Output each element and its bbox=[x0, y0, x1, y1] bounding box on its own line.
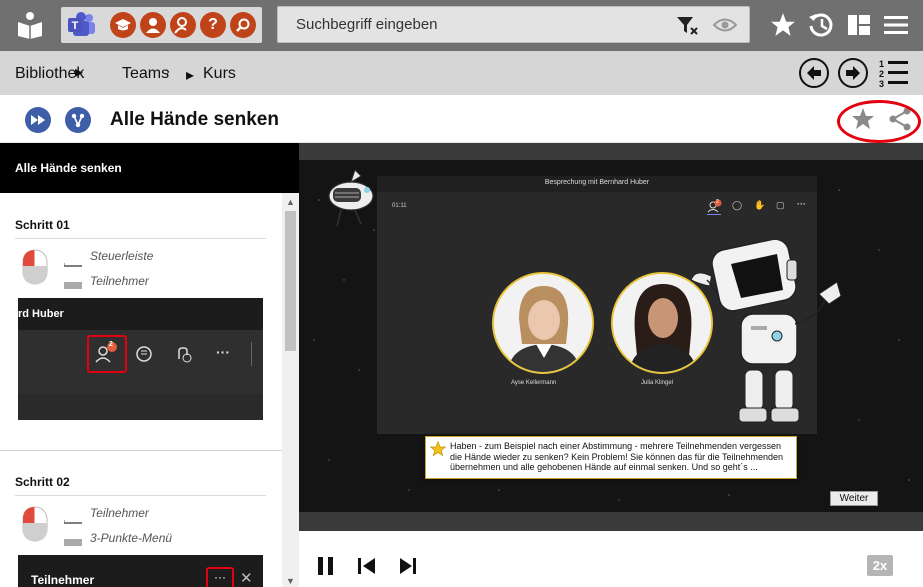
book-logo-icon[interactable] bbox=[16, 11, 44, 39]
participant-avatar bbox=[492, 272, 594, 374]
breadcrumb-item-kurs[interactable]: Kurs bbox=[203, 65, 236, 83]
hint-label: Teilnehmer bbox=[90, 274, 149, 288]
mouse-click-icon bbox=[22, 249, 48, 285]
meeting-header: Besprechung mit Bernhard Huber bbox=[377, 176, 817, 192]
hint-label: 3-Punkte-Menü bbox=[90, 531, 173, 545]
svg-text:2: 2 bbox=[879, 69, 884, 79]
breadcrumb: Bibliothek ▸ Teams › ▸ Kurs 1 2 3 bbox=[0, 51, 923, 95]
reactions-icon: ✋ bbox=[754, 200, 766, 210]
star-icon[interactable] bbox=[768, 10, 798, 40]
sidebar-header: Alle Hände senken bbox=[0, 143, 299, 193]
meeting-timer: 01:11 bbox=[392, 203, 407, 209]
app-toolbar: T ? bbox=[61, 7, 262, 43]
scrollbar-thumb[interactable] bbox=[285, 211, 296, 351]
clear-filter-icon[interactable] bbox=[676, 15, 700, 37]
fast-forward-icon[interactable] bbox=[25, 107, 51, 133]
previous-icon[interactable] bbox=[357, 556, 377, 576]
bar-icon bbox=[63, 254, 82, 267]
svg-text:3: 3 bbox=[879, 79, 884, 88]
chevron-right-icon: ▸ bbox=[75, 64, 84, 81]
step-title[interactable]: Schritt 02 bbox=[15, 475, 70, 489]
chevron-right-icon: › bbox=[166, 66, 170, 78]
menu-icon[interactable] bbox=[881, 10, 911, 40]
search-box bbox=[277, 6, 750, 43]
top-bar: T ? bbox=[0, 0, 923, 51]
divider bbox=[15, 238, 266, 239]
participant-name: Ayse Kellermann bbox=[511, 380, 557, 386]
chevron-right-icon: ▸ bbox=[186, 67, 195, 84]
dashboard-icon[interactable] bbox=[844, 10, 874, 40]
chat-icon bbox=[135, 345, 153, 368]
scroll-down-icon[interactable]: ▼ bbox=[286, 576, 295, 586]
bar-icon bbox=[64, 277, 82, 289]
forward-arrow-icon[interactable] bbox=[838, 58, 868, 88]
bar-icon bbox=[63, 511, 82, 524]
help-icon[interactable]: ? bbox=[200, 12, 226, 38]
hint-label: Teilnehmer bbox=[90, 506, 149, 520]
preview-caption: Teilnehmer bbox=[31, 573, 95, 587]
player-controls: 2x bbox=[299, 531, 923, 587]
star-icon bbox=[429, 440, 447, 457]
hint-label: Steuerleiste bbox=[90, 249, 154, 263]
eye-icon[interactable] bbox=[712, 16, 738, 34]
breadcrumb-item-teams[interactable]: Teams bbox=[122, 65, 169, 83]
meeting-title: Besprechung mit Bernhard Huber bbox=[544, 179, 650, 186]
sidebar-title: Alle Hände senken bbox=[15, 161, 122, 175]
branch-icon[interactable] bbox=[65, 107, 91, 133]
breadcrumb-item-bibliothek[interactable]: Bibliothek bbox=[15, 65, 84, 83]
flying-robot-illustration bbox=[321, 166, 381, 236]
more-options-icon: ··· bbox=[797, 199, 806, 209]
bar-icon bbox=[64, 534, 82, 546]
tutorial-viewer: Besprechung mit Bernhard Huber 01:11 2 ◯… bbox=[299, 143, 923, 531]
svg-text:T: T bbox=[72, 20, 79, 32]
divider bbox=[0, 450, 282, 451]
mouse-click-icon bbox=[22, 506, 48, 542]
step-title[interactable]: Schritt 01 bbox=[15, 218, 70, 232]
participants-button[interactable]: 2 bbox=[87, 335, 127, 373]
person-help-icon[interactable] bbox=[140, 12, 166, 38]
next-button[interactable]: Weiter bbox=[830, 491, 878, 506]
preview-caption: rd Huber bbox=[18, 308, 64, 320]
close-icon: ✕ bbox=[240, 570, 253, 587]
reactions-icon bbox=[174, 345, 192, 368]
pause-icon[interactable] bbox=[317, 556, 335, 576]
more-options-icon[interactable]: ··· bbox=[206, 567, 234, 587]
svg-text:1: 1 bbox=[879, 59, 884, 69]
numbered-list-icon[interactable]: 1 2 3 bbox=[877, 58, 909, 89]
teams-icon[interactable]: T bbox=[67, 11, 97, 39]
step-preview-image[interactable]: rd Huber 2 ··· bbox=[18, 298, 263, 420]
chat-icon: ◯ bbox=[732, 200, 743, 210]
next-icon[interactable] bbox=[398, 556, 418, 576]
highlight-annotation bbox=[837, 100, 921, 143]
history-icon[interactable] bbox=[806, 10, 836, 40]
playback-speed-button[interactable]: 2x bbox=[867, 555, 893, 576]
scroll-up-icon[interactable]: ▲ bbox=[286, 197, 295, 207]
person-search-icon[interactable] bbox=[170, 12, 196, 38]
page-title: Alle Hände senken bbox=[110, 109, 279, 130]
share-screen-icon: ▢ bbox=[776, 200, 785, 210]
robot-illustration bbox=[690, 238, 851, 426]
tutorial-stage: Besprechung mit Bernhard Huber 01:11 2 ◯… bbox=[299, 160, 923, 512]
tooltip-text: Haben - zum Beispiel nach einer Abstimmu… bbox=[450, 441, 784, 472]
search-input[interactable] bbox=[278, 7, 658, 42]
step-preview-image[interactable]: Teilnehmer ··· ✕ bbox=[18, 555, 263, 587]
more-options-icon: ··· bbox=[216, 344, 230, 360]
title-bar: Alle Hände senken bbox=[0, 95, 923, 143]
search-icon[interactable] bbox=[230, 12, 256, 38]
participants-badge: 2 bbox=[109, 341, 113, 348]
graduation-cap-icon[interactable] bbox=[110, 12, 136, 38]
participant-name: Julia Klingel bbox=[641, 380, 674, 386]
back-arrow-icon[interactable] bbox=[799, 58, 829, 88]
participants-badge: 2 bbox=[716, 199, 719, 205]
divider bbox=[15, 495, 266, 496]
tooltip-bubble: Haben - zum Beispiel nach einer Abstimmu… bbox=[425, 436, 797, 479]
participants-icon: 2 bbox=[707, 198, 723, 214]
steps-sidebar: Alle Hände senken ▲ ▼ Schritt 01 Steuerl… bbox=[0, 143, 299, 587]
